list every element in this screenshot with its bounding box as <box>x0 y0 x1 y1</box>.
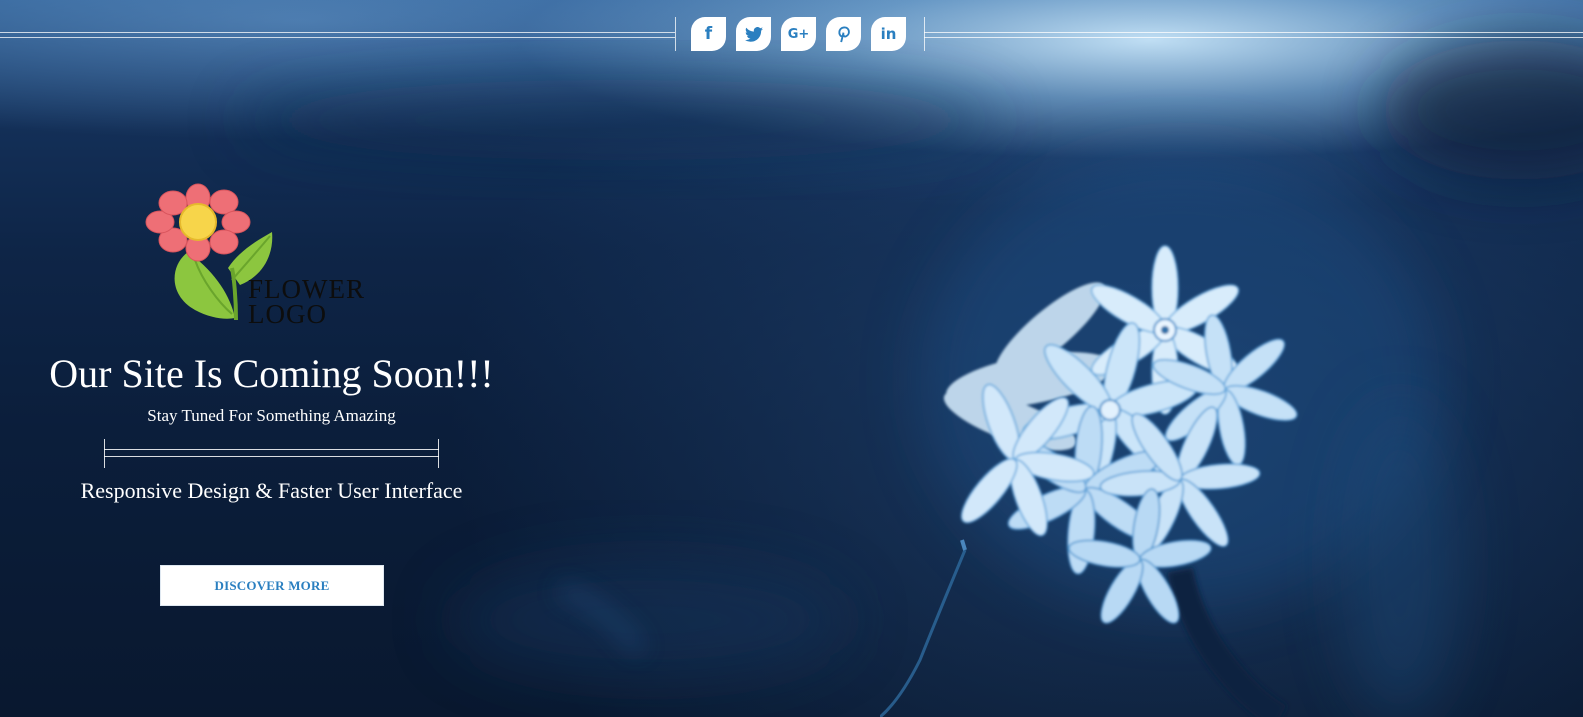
divider-cap-right <box>438 439 439 468</box>
flower-photo <box>880 245 1298 717</box>
divider-bar <box>104 449 439 457</box>
twitter-link[interactable] <box>736 17 771 51</box>
tagline: Responsive Design & Faster User Interfac… <box>80 478 463 503</box>
pinterest-link[interactable] <box>826 17 861 51</box>
social-divider-right <box>924 32 1583 38</box>
logo-text: FLOWER LOGO <box>248 276 365 329</box>
social-bar: f G+ in <box>0 15 1583 53</box>
logo-text-line2: LOGO <box>248 299 327 329</box>
discover-more-button[interactable]: DISCOVER MORE <box>160 565 384 606</box>
page-title: Our Site Is Coming Soon!!! <box>49 351 494 396</box>
google-plus-icon: G+ <box>787 26 810 42</box>
facebook-icon: f <box>704 24 713 44</box>
facebook-link[interactable]: f <box>691 17 726 51</box>
google-plus-link[interactable]: G+ <box>781 17 816 51</box>
linkedin-link[interactable]: in <box>871 17 906 51</box>
pinterest-icon <box>837 25 851 43</box>
twitter-icon <box>744 26 763 42</box>
section-divider <box>104 439 439 469</box>
flower-logo: FLOWER LOGO <box>140 180 400 335</box>
linkedin-icon: in <box>880 25 897 43</box>
social-divider-left <box>0 32 675 38</box>
social-divider-cap-left <box>675 17 676 51</box>
page-subtitle: Stay Tuned For Something Amazing <box>147 406 396 425</box>
